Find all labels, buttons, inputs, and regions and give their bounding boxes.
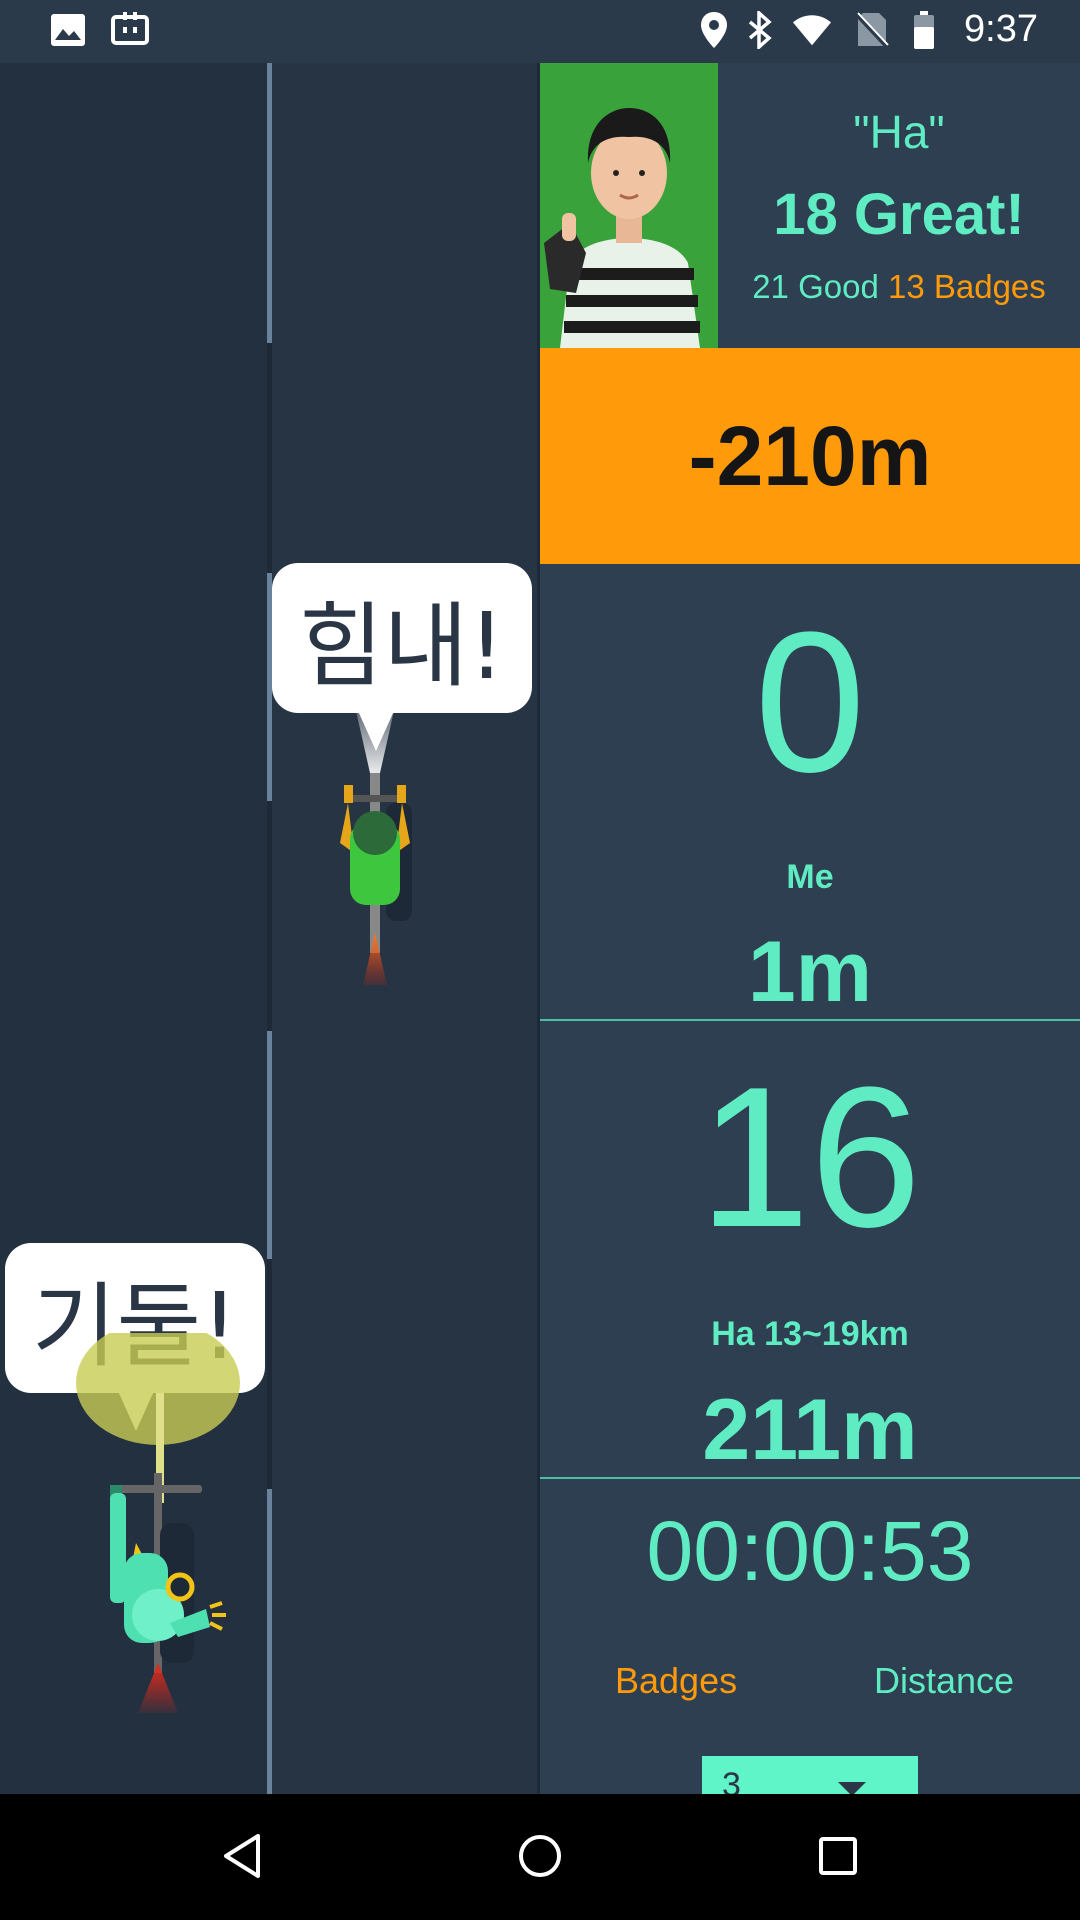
my-speed: 0 [754,591,866,814]
rival-badge-count: 13 Badges [887,268,1046,305]
rival-profile: "Ha" 18 Great! 21 Good 13 Badges [540,63,1080,348]
cyclist-front-icon [340,693,412,985]
divider [540,1477,1080,1479]
lane-divider [267,1489,272,1794]
rival-speed: 16 [698,1046,922,1269]
lane-divider-gap [267,801,272,1031]
lane-divider-gap [267,1259,272,1489]
my-label: Me [786,858,834,896]
stats-panel: "Ha" 18 Great! 21 Good 13 Badges -210m 0… [540,63,1080,1794]
bluetooth-icon [740,10,780,50]
status-bar: 9:37 [0,0,1080,63]
rival-stats: 21 Good 13 Badges [718,268,1080,306]
divider [540,1019,1080,1021]
cast-icon [110,10,150,50]
rival-good-count: 21 Good [752,268,879,305]
no-sim-icon [852,10,892,50]
tab-distance[interactable]: Distance [874,1660,1014,1702]
rival-great-count: 18 Great! [773,182,1025,247]
recents-button[interactable] [806,1824,870,1888]
gap-distance-banner: -210m [540,348,1080,564]
wifi-icon [792,10,832,50]
clock: 9:37 [964,8,1038,50]
home-button[interactable] [508,1824,572,1888]
image-icon [48,10,88,50]
lane-divider-gap [267,343,272,573]
recents-icon [819,1837,857,1875]
back-icon [224,1834,260,1878]
cyclist-back-icon [76,1333,240,1713]
navigation-bar [0,1794,1080,1920]
chevron-down-icon [838,1782,866,1794]
rival-distance: 211m [702,1382,918,1478]
gap-distance-value: -210m [688,408,932,503]
location-icon [694,10,734,50]
rival-name: "Ha" [853,106,945,158]
home-icon [519,1835,561,1877]
my-distance: 1m [747,924,873,1020]
road-view: 힘내! 기둘! [0,63,540,1794]
elapsed-timer: 00:00:53 [646,1504,974,1598]
lane-divider [267,63,272,343]
lane-divider [267,1031,272,1259]
rival-label: Ha 13~19km [711,1315,909,1353]
back-button[interactable] [210,1824,274,1888]
avatar[interactable] [540,63,718,348]
battery-icon [904,10,944,50]
tab-badges[interactable]: Badges [615,1660,737,1702]
count-select-value: 3 [722,1766,741,1794]
count-select[interactable]: 3 [702,1756,918,1794]
